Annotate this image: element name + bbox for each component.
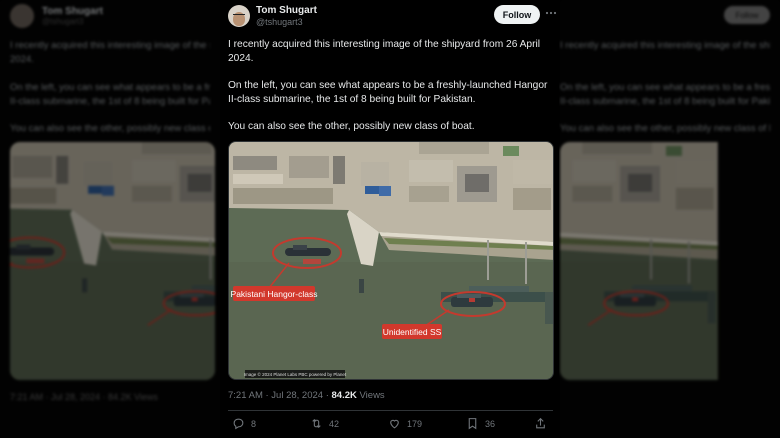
repost-count: 42 <box>329 418 340 429</box>
bg-follow: Follow <box>724 6 770 24</box>
image-credit: Image © 2024 Planet Labs PBC powered by … <box>244 371 347 377</box>
satellite-image: Pakistani Hangor-class Unidentified SS I… <box>229 142 553 379</box>
repost-button[interactable]: 42 <box>310 417 339 430</box>
bg-text-line: On the left, you can see what appears to… <box>10 82 210 93</box>
like-count: 179 <box>407 418 423 429</box>
tweet-paragraph: On the left, you can see what appears to… <box>228 80 548 105</box>
label-hangor: Pakistani Hangor-class <box>231 289 318 299</box>
tweet-text: I recently acquired this interesting ima… <box>228 38 554 148</box>
bg-text-line: You can also see the other, possibly new… <box>10 123 210 134</box>
blurred-background-right: Follow I recently acquired this interest… <box>560 0 780 438</box>
tweet-card: Tom Shugart @tshugart3 Follow I recently… <box>221 0 559 438</box>
bookmark-icon <box>468 418 477 430</box>
tweet-meta: 7:21 AM · Jul 28, 2024 · 84.2K Views <box>228 390 385 401</box>
views-count: 84.2K <box>331 390 357 401</box>
bg-handle: @tshugart3 <box>42 17 84 26</box>
tweet-paragraph: You can also see the other, possibly new… <box>228 121 475 133</box>
bg-text-line: I recently acquired this interesting ima… <box>560 40 770 51</box>
bg-text-line: 2024. <box>10 54 34 65</box>
repost-icon <box>312 418 321 429</box>
heart-icon <box>390 419 399 429</box>
bg-footer: 7:21 AM · Jul 28, 2024 · 84.2K Views <box>10 392 158 402</box>
timestamp[interactable]: 7:21 AM · Jul 28, 2024 <box>228 390 323 401</box>
bg-avatar <box>10 4 34 28</box>
avatar[interactable] <box>228 5 250 27</box>
bg-text-line: You can also see the other, possibly new… <box>560 123 770 134</box>
bookmark-count: 36 <box>485 418 496 429</box>
reply-count: 8 <box>251 418 257 429</box>
display-name[interactable]: Tom Shugart <box>256 5 317 16</box>
bg-text-line: II-class submarine, the 1st of 8 being b… <box>10 96 210 107</box>
share-button[interactable] <box>534 417 547 430</box>
bg-name: Tom Shugart <box>42 6 103 17</box>
tweet-image[interactable]: Pakistani Hangor-class Unidentified SS I… <box>228 141 554 380</box>
bg-text-line: On the left, you can see what appears to… <box>560 82 770 93</box>
bg-text-line: II-class submarine, the 1st of 8 being b… <box>560 96 770 107</box>
blurred-background-left: Tom Shugart @tshugart3 I recently acquir… <box>0 0 220 438</box>
follow-button[interactable]: Follow <box>494 5 540 24</box>
bookmark-button[interactable]: 36 <box>466 417 495 430</box>
reply-button[interactable]: 8 <box>232 417 256 430</box>
share-icon <box>536 417 545 429</box>
bg-image-left <box>10 142 215 380</box>
action-bar: 8 42 179 36 <box>228 417 554 433</box>
bg-header: Tom Shugart @tshugart3 <box>10 4 103 28</box>
bg-text-line: I recently acquired this interesting ima… <box>10 40 210 51</box>
views-label: Views <box>359 390 385 401</box>
bg-image-right <box>560 142 770 380</box>
like-button[interactable]: 179 <box>388 417 422 430</box>
user-handle[interactable]: @tshugart3 <box>256 17 303 27</box>
reply-icon <box>233 418 244 430</box>
more-options-icon[interactable] <box>545 6 557 20</box>
label-unidentified: Unidentified SS <box>383 327 442 337</box>
divider <box>228 410 553 411</box>
tweet-paragraph: I recently acquired this interesting ima… <box>228 39 541 64</box>
avatar-glasses <box>233 14 245 17</box>
